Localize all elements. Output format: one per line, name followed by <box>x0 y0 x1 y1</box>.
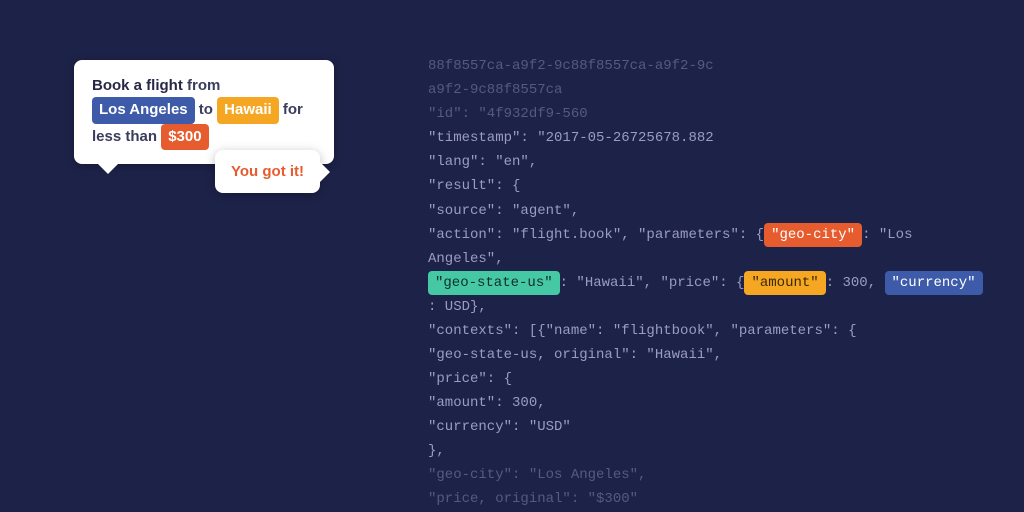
chip-state: Hawaii <box>217 97 279 123</box>
user-message-bubble: Book a flight from Los Angeles to Hawaii… <box>74 60 334 164</box>
code-line: "currency": "USD" <box>428 419 571 435</box>
tag-geo-city: "geo-city" <box>764 223 862 247</box>
tag-amount: "amount" <box>744 271 825 295</box>
tag-geo-state: "geo-state-us" <box>428 271 560 295</box>
code-line: "geo-state-us": "Hawaii", "price": {"amo… <box>428 275 983 315</box>
code-line: "action": "flight.book", "parameters": {… <box>428 227 921 267</box>
code-line: a9f2-9c88f8557ca <box>428 82 562 98</box>
code-line: "geo-city": "Los Angeles", <box>428 467 646 483</box>
code-line: "source": "agent", <box>428 203 579 219</box>
code-line: "lang": "en", <box>428 154 537 170</box>
code-line: "id": "4f932df9-560 <box>428 106 588 122</box>
code-line: "price, original": "$300" <box>428 491 638 507</box>
code-line: "result": { <box>428 178 520 194</box>
tag-currency: "currency" <box>885 271 983 295</box>
agent-message-bubble: You got it! <box>215 150 320 193</box>
code-line: 88f8557ca-a9f2-9c88f8557ca-a9f2-9c <box>428 58 714 74</box>
code-line: "timestamp": "2017-05-26725678.882 <box>428 130 714 146</box>
json-payload: 88f8557ca-a9f2-9c88f8557ca-a9f2-9c a9f2-… <box>428 30 988 512</box>
user-text-strong: Book a flight <box>92 77 183 94</box>
code-line: "geo-state-us, original": "Hawaii", <box>428 347 722 363</box>
agent-text: You got it! <box>231 163 304 180</box>
user-text: to <box>195 101 218 118</box>
code-line: "price": { <box>428 371 512 387</box>
chip-price: $300 <box>161 124 208 150</box>
code-line: "contexts": [{"name": "flightbook", "par… <box>428 323 856 339</box>
code-line: "amount": 300, <box>428 395 546 411</box>
chip-city: Los Angeles <box>92 97 195 123</box>
code-line: }, <box>428 443 445 459</box>
user-text: from <box>183 77 221 94</box>
